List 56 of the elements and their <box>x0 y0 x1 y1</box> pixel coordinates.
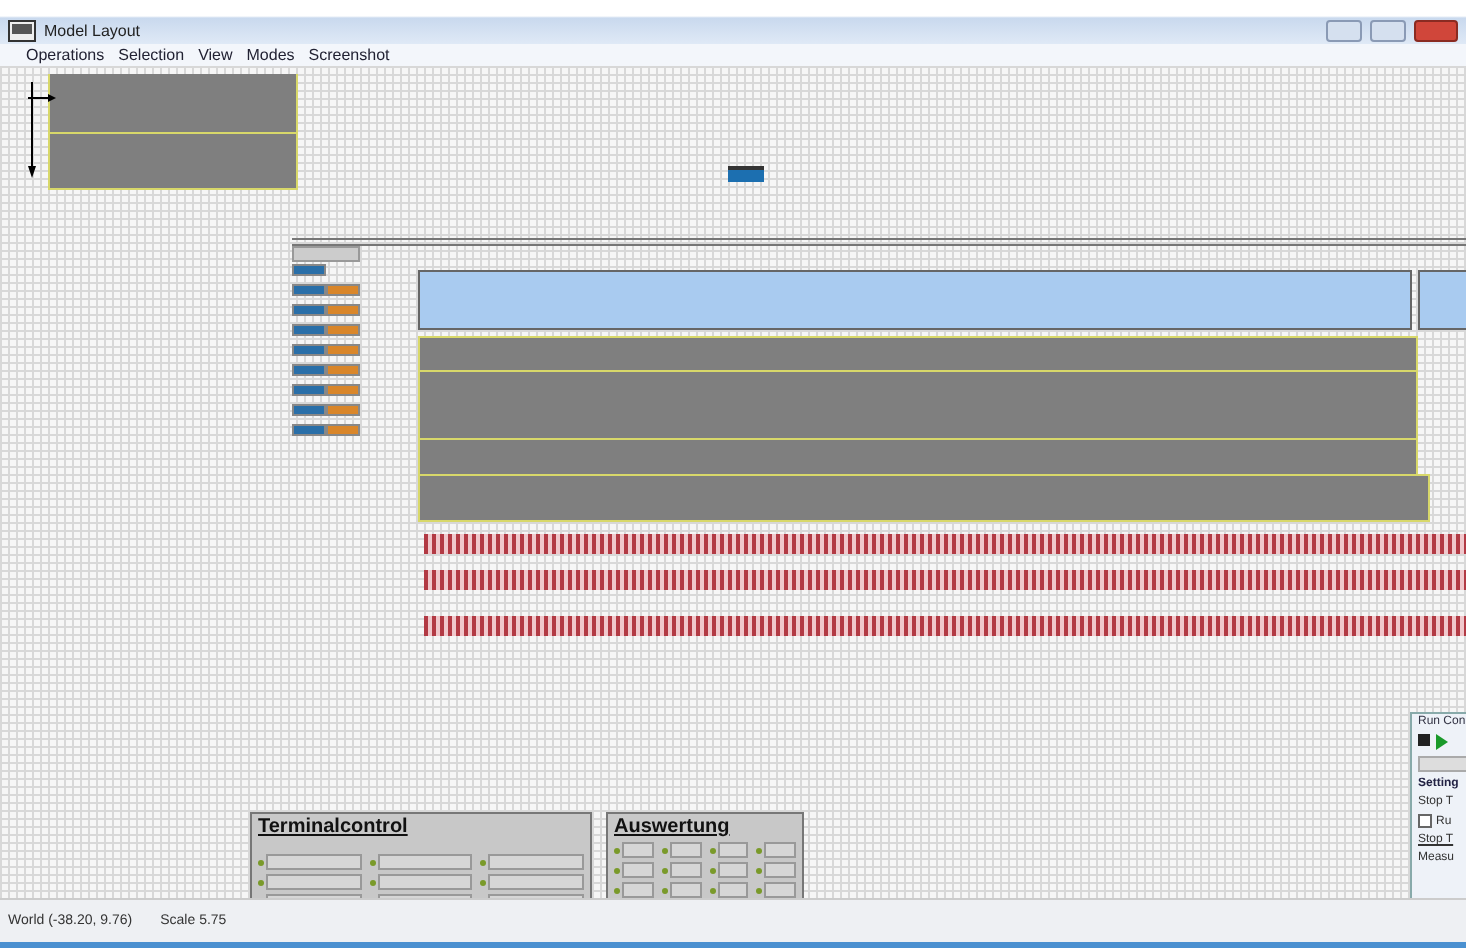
input-field[interactable] <box>488 874 584 890</box>
maximize-button[interactable] <box>1370 19 1406 41</box>
axes-icon <box>28 82 56 182</box>
input-field[interactable] <box>377 854 473 870</box>
input-field[interactable] <box>266 854 362 870</box>
vehicle-icon <box>728 166 764 182</box>
input-field[interactable] <box>669 882 701 898</box>
input-field[interactable] <box>377 874 473 890</box>
input-field[interactable] <box>717 882 749 898</box>
status-dot-icon <box>369 859 376 865</box>
scrollbar[interactable] <box>1418 756 1466 772</box>
status-dot-icon <box>369 879 376 885</box>
input-field[interactable] <box>622 842 654 858</box>
menu-item[interactable]: Screenshot <box>308 46 390 64</box>
close-button[interactable] <box>1414 19 1458 41</box>
panel-title: Terminalcontrol <box>258 816 410 838</box>
window-icon <box>8 19 36 41</box>
input-field[interactable] <box>717 862 749 878</box>
input-field[interactable] <box>764 862 796 878</box>
input-field[interactable] <box>764 882 796 898</box>
status-dot-icon <box>614 867 620 873</box>
status-dot-icon <box>661 847 668 853</box>
input-field[interactable] <box>669 842 701 858</box>
label-block <box>292 246 360 262</box>
status-dot-icon <box>258 879 264 885</box>
status-dot-icon <box>756 887 763 893</box>
status-dot-icon <box>756 847 763 853</box>
status-dot-icon <box>258 859 264 865</box>
status-dot-icon <box>480 859 487 865</box>
input-field[interactable] <box>266 874 362 890</box>
status-dot-icon <box>709 847 715 853</box>
input-field[interactable] <box>488 854 584 870</box>
status-dot-icon <box>709 887 715 893</box>
input-field[interactable] <box>622 862 654 878</box>
slot-block <box>292 264 326 276</box>
status-dot-icon <box>661 887 668 893</box>
input-field[interactable] <box>764 842 796 858</box>
checkbox[interactable] <box>1418 814 1432 828</box>
status-dot-icon <box>614 847 620 853</box>
status-dot-icon <box>709 867 715 873</box>
area-block <box>1418 270 1466 330</box>
window-title: Model Layout <box>44 21 141 39</box>
input-field[interactable] <box>717 842 749 858</box>
panel-title: Auswertung <box>614 816 732 838</box>
menu-item[interactable]: Operations <box>26 46 105 64</box>
menu-item[interactable]: View <box>198 46 233 64</box>
status-dot-icon <box>756 867 763 873</box>
input-field[interactable] <box>669 862 701 878</box>
menu-item[interactable]: Modes <box>246 46 295 64</box>
status-dot-icon <box>661 867 668 873</box>
stop-icon[interactable] <box>1418 734 1430 746</box>
status-dot-icon <box>614 887 620 893</box>
input-field[interactable] <box>622 882 654 898</box>
minimize-button[interactable] <box>1326 19 1362 41</box>
menu-item[interactable]: Selection <box>118 46 185 64</box>
status-dot-icon <box>480 879 487 885</box>
